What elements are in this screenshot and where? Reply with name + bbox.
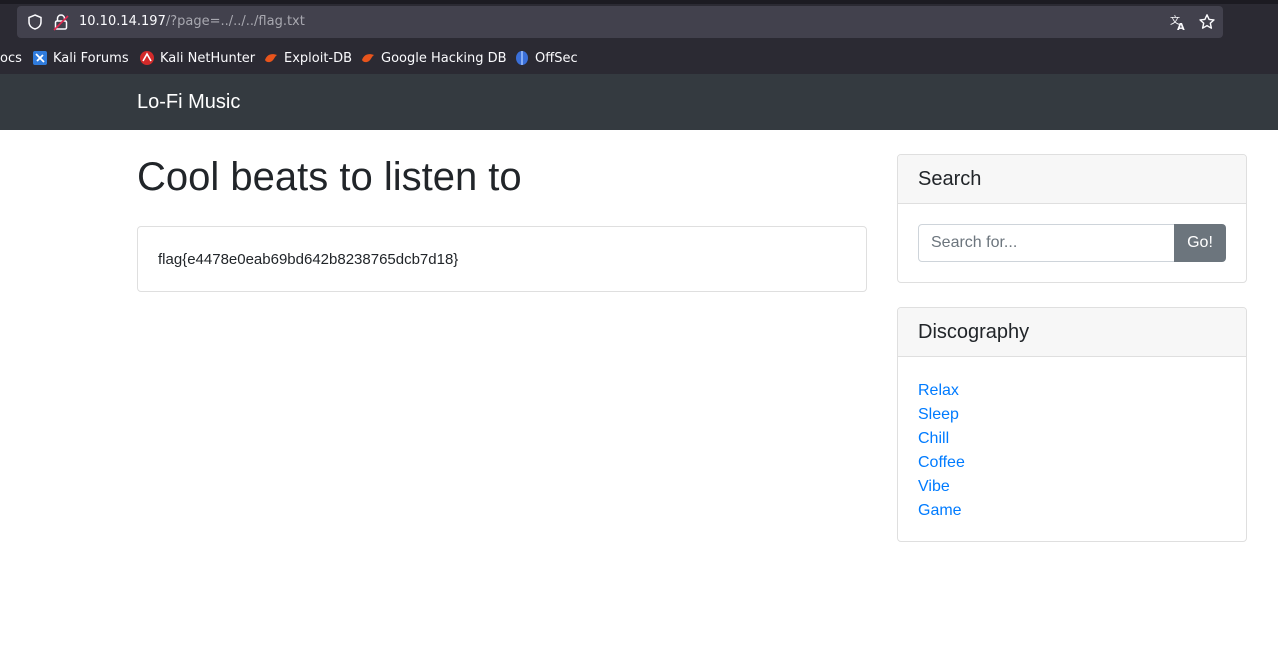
list-item: Vibe <box>918 475 965 499</box>
url-path: /?page=../../../flag.txt <box>165 14 305 29</box>
bookmark-label: ocs <box>0 50 22 66</box>
navbar-brand[interactable]: Lo-Fi Music <box>137 90 240 114</box>
go-button[interactable]: Go! <box>1174 224 1226 262</box>
page-title: Cool beats to listen to <box>137 155 522 199</box>
shield-icon[interactable] <box>26 13 44 31</box>
discography-header: Discography <box>898 308 1246 357</box>
bookmark-kali-forums[interactable]: Kali Forums <box>32 46 129 70</box>
search-header: Search <box>898 155 1246 204</box>
bookmark-label: OffSec <box>535 50 578 66</box>
list-item: Sleep <box>918 403 965 427</box>
url-host: 10.10.14.197 <box>79 14 166 29</box>
discography-list: Relax Sleep Chill Coffee Vibe Game <box>918 379 965 523</box>
content-card: flag{e4478e0eab69bd642b8238765dcb7d18} <box>137 226 867 292</box>
discography-link-chill[interactable]: Chill <box>918 430 949 447</box>
browser-toolbar: 10.10.14.197/?page=../../../flag.txt 文 A… <box>0 0 1278 74</box>
list-item: Game <box>918 499 965 523</box>
site-navbar: Lo-Fi Music <box>0 74 1278 130</box>
search-widget: Search Go! <box>897 154 1247 283</box>
bookmark-label: Kali NetHunter <box>160 50 256 66</box>
discography-link-sleep[interactable]: Sleep <box>918 406 959 423</box>
discography-link-relax[interactable]: Relax <box>918 382 959 399</box>
url-text[interactable]: 10.10.14.197/?page=../../../flag.txt <box>79 13 305 31</box>
bookmark-label: Kali Forums <box>53 50 129 66</box>
exploit-db-icon <box>265 54 277 63</box>
bookmark-star-icon[interactable] <box>1198 13 1216 31</box>
kali-nethunter-icon <box>140 51 154 65</box>
file-content: flag{e4478e0eab69bd642b8238765dcb7d18} <box>158 251 459 268</box>
svg-text:A: A <box>1177 22 1185 31</box>
translate-icon[interactable]: 文 A <box>1169 13 1187 31</box>
list-item: Relax <box>918 379 965 403</box>
list-item: Coffee <box>918 451 965 475</box>
tab-strip-edge <box>0 0 1278 4</box>
kali-forums-icon <box>33 51 47 65</box>
bookmark-label: Exploit-DB <box>284 50 353 66</box>
bookmark-docs[interactable]: ocs <box>0 46 22 70</box>
bookmark-exploit-db[interactable]: Exploit-DB <box>263 46 352 70</box>
search-input[interactable] <box>918 224 1175 262</box>
discography-widget: Discography Relax Sleep Chill Coffee Vib… <box>897 307 1247 542</box>
discography-link-game[interactable]: Game <box>918 502 962 519</box>
discography-link-coffee[interactable]: Coffee <box>918 454 965 471</box>
bookmark-google-hacking-db[interactable]: Google Hacking DB <box>360 46 507 70</box>
discography-link-vibe[interactable]: Vibe <box>918 478 950 495</box>
google-hacking-db-icon <box>362 54 374 63</box>
bookmarks-toolbar: ocs Kali Forums Kali NetHunter Exploit-D… <box>0 46 1278 70</box>
list-item: Chill <box>918 427 965 451</box>
offsec-icon <box>516 51 528 65</box>
insecure-lock-icon[interactable] <box>53 13 69 31</box>
bookmark-offsec[interactable]: OffSec <box>514 46 578 70</box>
address-bar[interactable]: 10.10.14.197/?page=../../../flag.txt 文 A <box>17 6 1223 38</box>
bookmark-kali-nethunter[interactable]: Kali NetHunter <box>139 46 255 70</box>
bookmark-label: Google Hacking DB <box>381 50 507 66</box>
